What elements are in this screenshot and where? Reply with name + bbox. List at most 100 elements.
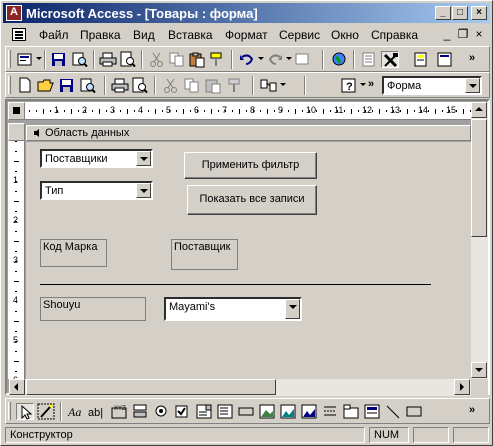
detail-section[interactable]: Поставщики Тип Применить фильтр Показать… [26,142,471,379]
toolbar-grip[interactable] [8,402,11,420]
vertical-ruler[interactable]: 123456 [8,141,25,379]
toolbar-more-chevron-icon[interactable]: » [469,404,475,416]
show-all-records-button[interactable]: Показать все записи [187,185,317,215]
menu-window[interactable]: Окно [331,28,359,42]
line-tool-icon[interactable] [384,403,402,420]
cut-icon[interactable] [162,77,180,94]
copy-icon[interactable] [168,51,186,68]
open-folder-icon[interactable] [37,77,55,94]
horizontal-scrollbar[interactable] [9,379,471,396]
chevron-down-icon[interactable] [465,78,480,93]
textbox-tool-icon[interactable]: ab| [88,403,106,420]
view-icon[interactable] [16,51,34,68]
menu-format[interactable]: Формат [225,28,268,42]
menu-file[interactable]: Файл [39,28,69,42]
checkbox-icon[interactable] [173,403,191,420]
toolbar-grip[interactable] [8,76,11,94]
menu-tools[interactable]: Сервис [279,28,320,42]
subform-icon[interactable] [363,403,381,420]
chevron-down-icon[interactable] [285,299,300,319]
list-box-tool-icon[interactable] [216,403,234,420]
apply-filter-button[interactable]: Применить фильтр [184,152,317,179]
view-dropdown-arrow-icon[interactable] [36,57,42,60]
access-app-icon[interactable]: A [6,5,22,21]
tab-control-icon[interactable] [342,403,360,420]
horizontal-scroll-thumb[interactable] [26,379,276,395]
combo-box-tool-icon[interactable] [195,403,213,420]
detail-section-header[interactable]: Область данных [26,125,471,141]
toolbox-icon[interactable] [381,51,399,68]
search-icon[interactable] [71,51,89,68]
brand-code-field[interactable]: Shouyu [40,297,146,321]
close-button[interactable]: × [471,6,487,20]
toolbar-more-chevron-icon[interactable]: » [469,52,475,64]
print-preview-icon[interactable] [131,77,149,94]
menu-view[interactable]: Вид [133,28,155,42]
save-icon[interactable] [58,77,76,94]
format-painter-icon[interactable] [226,77,244,94]
print-icon[interactable] [111,77,129,94]
scroll-down-arrow-icon[interactable] [471,362,487,378]
unbound-object-frame-icon[interactable] [279,403,297,420]
supplier-label[interactable]: Поставщик [171,239,238,270]
minimize-button[interactable]: _ [435,6,451,20]
scroll-left-arrow-icon[interactable] [9,379,25,395]
toggle-button-icon[interactable] [131,403,149,420]
relationships-dropdown-arrow-icon[interactable] [280,83,286,86]
vertical-scroll-thumb[interactable] [471,119,487,237]
menu-insert[interactable]: Вставка [168,28,213,42]
code-icon[interactable] [436,51,454,68]
save-icon[interactable] [50,51,68,68]
menu-help[interactable]: Справка [371,28,418,42]
section-selector-box[interactable] [8,123,25,141]
relationships-icon[interactable] [260,77,278,94]
toolbar-grip[interactable] [8,50,11,68]
mdi-minimize-button[interactable]: _ [439,28,455,42]
new-document-icon[interactable] [16,77,34,94]
scroll-up-arrow-icon[interactable] [471,102,487,118]
print-icon[interactable] [99,51,117,68]
scroll-right-arrow-icon[interactable] [454,379,470,395]
cut-icon[interactable] [148,51,166,68]
help-icon[interactable]: ? [340,77,358,94]
mdi-close-button[interactable]: × [471,28,487,42]
select-objects-pointer-icon[interactable] [16,403,34,420]
menu-edit[interactable]: Правка [80,28,121,42]
redo-dropdown-arrow-icon[interactable] [286,57,292,60]
page-break-icon[interactable] [321,403,339,420]
mdi-restore-button[interactable]: ❐ [455,28,471,42]
undo-icon[interactable] [238,51,256,68]
command-button-tool-icon[interactable] [237,403,255,420]
bound-object-frame-icon[interactable] [300,403,318,420]
undo-dropdown-arrow-icon[interactable] [258,57,264,60]
rectangle-tool-icon[interactable] [405,403,423,420]
paste-icon[interactable] [188,51,206,68]
form-control-menu-icon[interactable] [12,28,26,41]
form-selector-box[interactable] [8,102,25,120]
autoformat-icon[interactable] [412,51,430,68]
supplier-combo[interactable]: Mayami's [164,297,302,321]
horizontal-ruler[interactable]: 1 2 3 4 5 6 7 8 9 10 11 12 13 14 15 [25,102,471,120]
suppliers-combo[interactable]: Поставщики [40,149,153,168]
chevron-down-icon[interactable] [136,151,151,166]
option-group-icon[interactable]: XYZ [110,403,128,420]
print-preview-icon[interactable] [119,51,137,68]
search-icon[interactable] [79,77,97,94]
chevron-down-icon[interactable] [136,183,151,198]
option-button-icon[interactable] [152,403,170,420]
copy-icon[interactable] [183,77,201,94]
insert-hyperlink-icon[interactable] [294,51,312,68]
toolbar-more-chevron-icon[interactable]: » [368,78,374,90]
field-list-icon[interactable] [360,51,378,68]
web-toolbar-globe-icon[interactable] [330,51,348,68]
object-selector-combo[interactable]: Форма [382,76,482,95]
label-tool-icon[interactable]: Aa [67,403,85,420]
paste-icon[interactable] [204,77,222,94]
redo-icon[interactable] [266,51,284,68]
format-painter-icon[interactable] [208,51,226,68]
help-dropdown-arrow-icon[interactable] [360,83,366,86]
separator-line[interactable] [40,284,431,285]
image-tool-icon[interactable] [258,403,276,420]
type-combo[interactable]: Тип [40,181,153,200]
brand-code-label[interactable]: Код Марка [40,239,107,267]
